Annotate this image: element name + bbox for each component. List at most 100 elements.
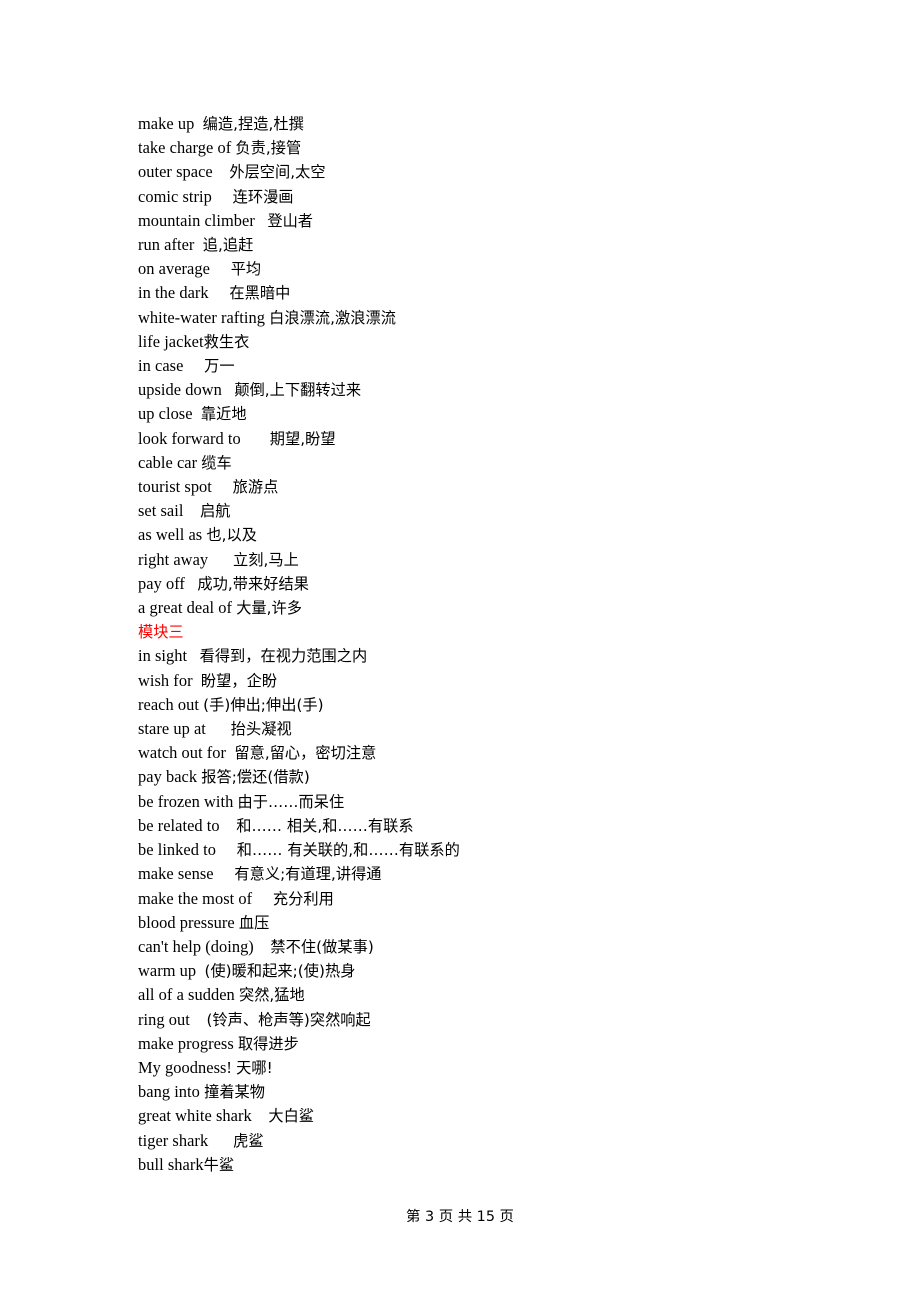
- phrase-gap: [212, 187, 233, 206]
- phrase-gloss: 留意,留心，密切注意: [234, 744, 377, 763]
- phrase-gloss: 牛鲨: [203, 1155, 235, 1174]
- phrase-entry: in sight 看得到，在视力范围之内: [138, 644, 838, 668]
- phrase-entry: up close 靠近地: [138, 402, 838, 426]
- phrase-gloss: 盼望，企盼: [200, 671, 278, 690]
- phrase-term: great white shark: [138, 1106, 252, 1126]
- phrase-entry: run after 追,追赶: [138, 233, 838, 257]
- phrase-entry: set sail 启航: [138, 499, 838, 523]
- phrase-entry: be frozen with 由于……而呆住: [138, 790, 838, 814]
- phrase-term: bull shark: [138, 1154, 204, 1174]
- phrase-term: look forward to: [138, 428, 241, 448]
- phrase-gap: [208, 550, 233, 569]
- phrase-gap: [194, 114, 202, 133]
- phrase-entry: reach out (手)伸出;伸出(手): [138, 693, 838, 717]
- phrase-gloss: 取得进步: [237, 1034, 299, 1053]
- phrase-term: tiger shark: [138, 1130, 209, 1150]
- phrase-entry: all of a sudden 突然,猛地: [138, 983, 838, 1007]
- phrase-gloss: 缆车: [201, 453, 232, 472]
- phrase-term: take charge of: [138, 138, 232, 158]
- phrase-term: up close: [138, 404, 193, 424]
- phrase-entry: make the most of 充分利用: [138, 887, 838, 911]
- phrase-gloss: (使)暖和起来;(使)热身: [204, 962, 356, 981]
- phrase-term: bang into: [138, 1082, 200, 1102]
- phrase-gap: [193, 671, 201, 690]
- phrase-entry: mountain climber 登山者: [138, 209, 838, 233]
- phrase-entry: a great deal of 大量,许多: [138, 596, 838, 620]
- phrase-term: in sight: [138, 646, 188, 666]
- phrase-term: a great deal of: [138, 598, 233, 618]
- phrase-gap: [208, 1131, 233, 1150]
- phrase-gap: [209, 283, 230, 302]
- phrase-gloss: 和…… 有关联的,和……有联系的: [236, 841, 460, 860]
- phrase-entry: right away 立刻,马上: [138, 548, 838, 572]
- phrase-gloss: 禁不住(做某事): [270, 937, 374, 956]
- phrase-gap: [206, 719, 231, 738]
- phrase-gap: [194, 235, 202, 254]
- phrase-entry: look forward to 期望,盼望: [138, 427, 838, 451]
- phrase-gloss: 突然,猛地: [238, 986, 305, 1005]
- phrase-gloss: 抬头凝视: [230, 720, 292, 739]
- phrase-gap: [222, 380, 234, 399]
- phrase-gloss: 大量,许多: [236, 599, 303, 618]
- phrase-term: blood pressure: [138, 912, 235, 932]
- phrase-gloss: 靠近地: [200, 405, 247, 424]
- phrase-term: can't help (doing): [138, 936, 254, 956]
- phrase-term: make up: [138, 114, 195, 133]
- phrase-gloss: 由于……而呆住: [237, 792, 345, 811]
- phrase-term: in the dark: [138, 283, 209, 303]
- phrase-gloss: 外层空间,太空: [229, 163, 326, 182]
- phrase-gloss: 登山者: [267, 211, 314, 230]
- phrase-gloss: 平均: [230, 260, 262, 279]
- phrase-term: stare up at: [138, 719, 206, 739]
- phrase-entry: on average 平均: [138, 257, 838, 281]
- phrase-term: make the most of: [138, 888, 253, 908]
- phrase-entry: outer space 外层空间,太空: [138, 160, 838, 184]
- phrase-gloss: 和…… 相关,和……有联系: [236, 816, 414, 835]
- phrase-gap: [210, 259, 231, 278]
- phrase-entry: make up 编造,捏造,杜撰: [138, 112, 838, 136]
- phrase-gloss: 撞着某物: [204, 1083, 266, 1102]
- phrase-term: warm up: [138, 961, 197, 981]
- phrase-gloss: 白浪漂流,激浪漂流: [269, 308, 396, 327]
- phrase-gap: [183, 356, 204, 375]
- phrase-entry: make progress 取得进步: [138, 1032, 838, 1056]
- phrase-gloss: (铃声、枪声等)突然响起: [206, 1010, 371, 1029]
- phrase-term: ring out: [138, 1009, 190, 1029]
- phrase-term: be frozen with: [138, 791, 234, 811]
- phrase-term: right away: [138, 549, 209, 569]
- phrase-gloss: 启航: [200, 502, 231, 521]
- phrase-entry: pay off 成功,带来好结果: [138, 572, 838, 596]
- phrase-gloss: 旅游点: [232, 478, 279, 497]
- phrase-entry: My goodness! 天哪!: [138, 1056, 838, 1080]
- phrase-entry: bull shark牛鲨: [138, 1153, 838, 1177]
- phrase-term: on average: [138, 259, 210, 279]
- phrase-gloss: (手)伸出;伸出(手): [203, 695, 324, 714]
- phrase-gloss: 有意义;有道理,讲得通: [234, 865, 382, 884]
- phrase-entry: in the dark 在黑暗中: [138, 281, 838, 305]
- phrase-term: all of a sudden: [138, 985, 235, 1005]
- phrase-term: run after: [138, 235, 195, 255]
- phrase-term: be linked to: [138, 840, 216, 860]
- phrase-entry: watch out for 留意,留心，密切注意: [138, 741, 838, 765]
- phrase-term: be related to: [138, 815, 220, 835]
- phrase-gap: [213, 162, 230, 181]
- phrase-entry: cable car 缆车: [138, 451, 838, 475]
- phrase-gap: [220, 816, 237, 835]
- phrase-term: wish for: [138, 670, 193, 690]
- phrase-term: comic strip: [138, 186, 212, 206]
- phrase-gloss: 成功,带来好结果: [197, 574, 309, 593]
- phrase-gap: [190, 1010, 207, 1029]
- phrase-term: life jacket: [138, 331, 204, 351]
- phrase-entry: pay back 报答;偿还(借款): [138, 765, 838, 789]
- phrase-entry: in case 万一: [138, 354, 838, 378]
- phrase-term: make progress: [138, 1033, 234, 1053]
- phrase-gap: [193, 404, 201, 423]
- phrase-entry: take charge of 负责,接管: [138, 136, 838, 160]
- phrase-gap: [255, 211, 267, 230]
- phrase-entry: comic strip 连环漫画: [138, 185, 838, 209]
- phrase-list: make up 编造,捏造,杜撰 take charge of 负责,接管 oute…: [138, 112, 838, 1177]
- phrase-gap: [214, 864, 235, 883]
- phrase-term: tourist spot: [138, 477, 212, 497]
- phrase-entry: be related to 和…… 相关,和……有联系: [138, 814, 838, 838]
- phrase-gloss: 在黑暗中: [229, 284, 291, 303]
